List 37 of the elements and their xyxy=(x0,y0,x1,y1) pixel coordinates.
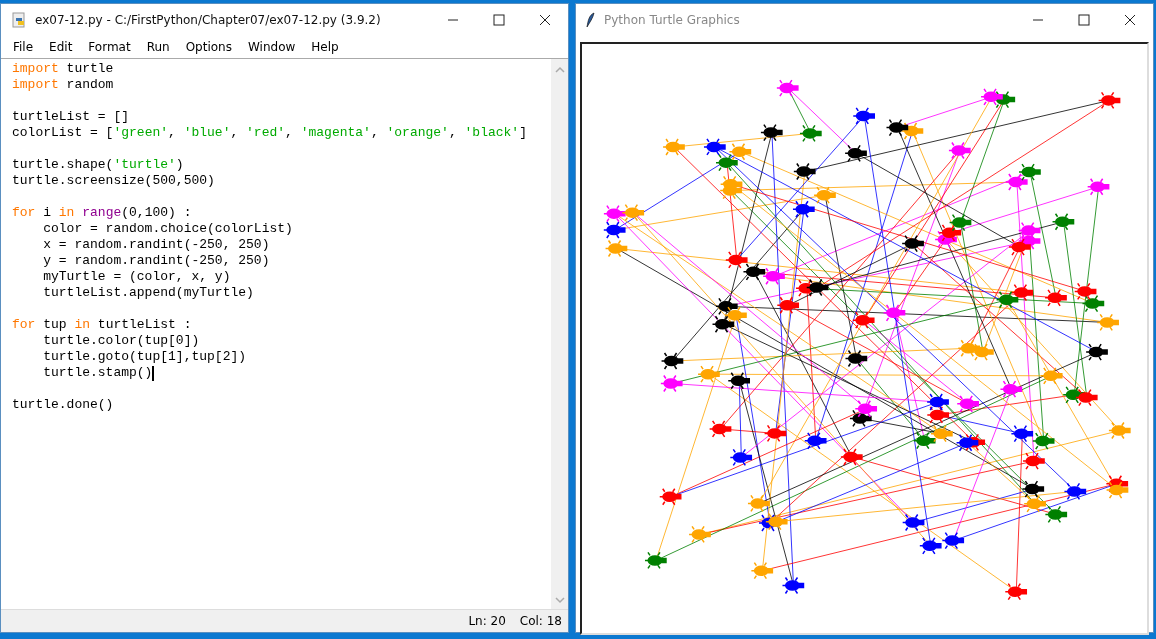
close-icon xyxy=(1124,14,1136,26)
column-number-status: Col: 18 xyxy=(519,614,562,628)
code-line: turtleList = [] xyxy=(12,109,130,125)
code-line: for i in range(0,100) : xyxy=(12,205,192,221)
code-line: turtle.shape('turtle') xyxy=(12,157,184,173)
code-line: colorList = ['green', 'blue', 'red', 'magenta', 'orange', 'black'] xyxy=(12,125,527,141)
code-line: y = random.randint(-250, 250) xyxy=(42,253,270,269)
code-line: turtle.done() xyxy=(12,397,114,413)
maximize-icon xyxy=(493,14,505,26)
code-line: for tup in turtleList : xyxy=(12,317,192,333)
code-line: myTurtle = (color, x, y) xyxy=(42,269,231,285)
menu-item[interactable]: File xyxy=(5,40,42,54)
close-icon xyxy=(539,14,551,26)
code-line: turtle.goto(tup[1],tup[2]) xyxy=(42,349,247,365)
line-number-status: Ln: 20 xyxy=(468,614,506,628)
menu-item[interactable]: Edit xyxy=(41,40,81,54)
feather-icon xyxy=(586,12,596,28)
code-line: import random xyxy=(12,77,114,93)
menu-item[interactable]: Format xyxy=(80,40,139,54)
vertical-scrollbar[interactable] xyxy=(551,59,568,609)
scroll-up-icon[interactable] xyxy=(554,65,565,75)
scroll-down-icon[interactable] xyxy=(554,595,565,605)
code-line: turtle.stamp() xyxy=(42,365,153,381)
window-title: ex07-12.py - C:/FirstPython/Chapter07/ex07-12.py (3.9.2) xyxy=(35,13,382,27)
code-line: turtle.screensize(500,500) xyxy=(12,173,215,189)
menu-item[interactable]: Options xyxy=(177,40,240,54)
code-line: import turtle xyxy=(12,61,114,77)
code-line: color = random.choice(colorList) xyxy=(42,221,293,237)
menu-item[interactable]: Window xyxy=(239,40,304,54)
window-title: Python Turtle Graphics xyxy=(604,13,741,27)
menu-item[interactable]: Run xyxy=(138,40,178,54)
code-line: x = random.randint(-250, 250) xyxy=(42,237,270,253)
code-line: turtleList.append(myTurtle) xyxy=(42,285,254,301)
maximize-icon xyxy=(1078,14,1090,26)
python-file-icon xyxy=(11,12,27,28)
code-line: turtle.color(tup[0]) xyxy=(42,333,200,349)
menu-item[interactable]: Help xyxy=(303,40,347,54)
